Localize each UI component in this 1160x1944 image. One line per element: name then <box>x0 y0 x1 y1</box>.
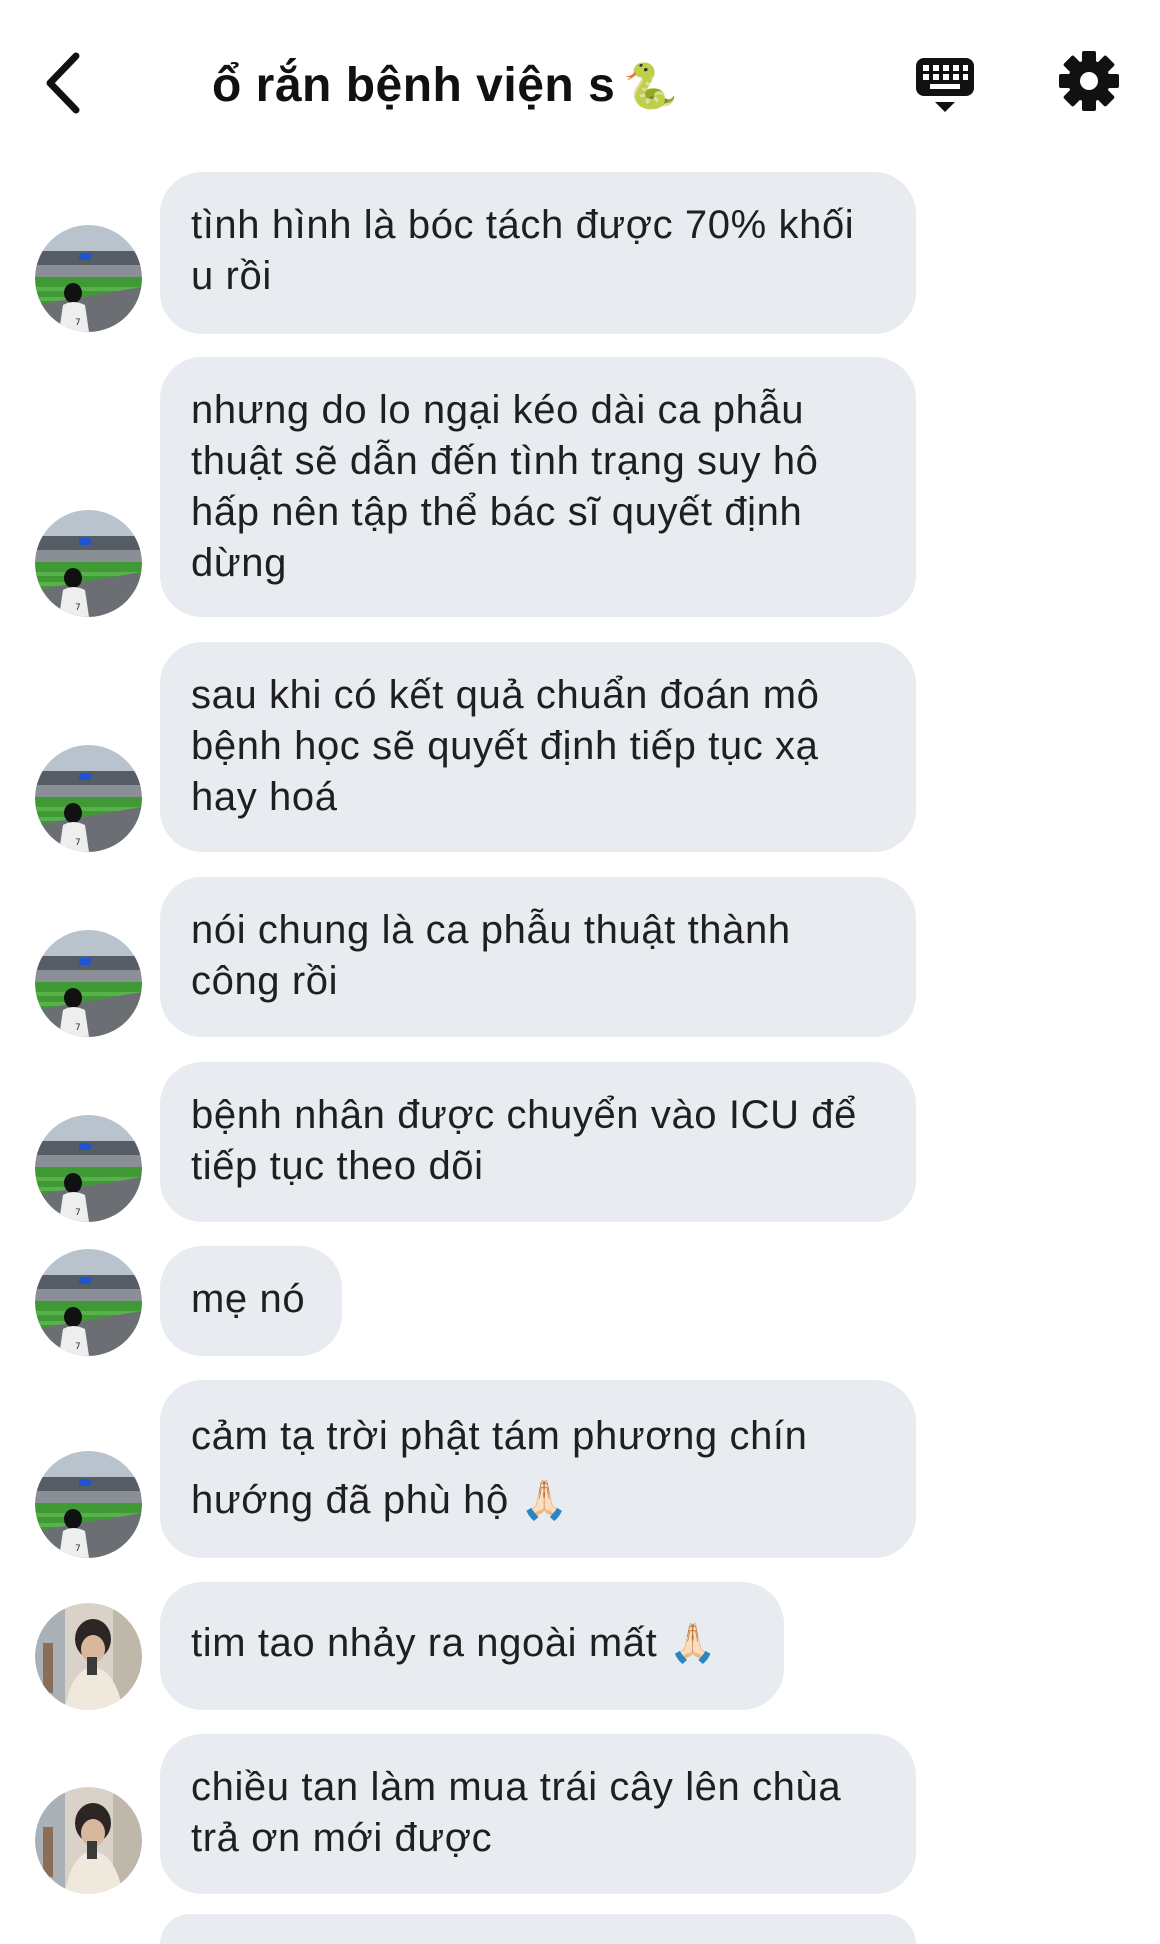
message-row: nói chung là ca phẫu thuật thành công rồ… <box>0 877 1160 1037</box>
message-bubble[interactable]: chiều tan làm mua trái cây lên chùa trả … <box>160 1734 916 1894</box>
message-bubble[interactable]: sau khi có kết quả chuẩn đoán mô bệnh họ… <box>160 642 916 852</box>
praying-hands-emoji: 🙏🏻 <box>520 1480 569 1522</box>
message-row: chiều tan làm mua trái cây lên chùa trả … <box>0 1734 1160 1894</box>
avatar[interactable] <box>35 225 142 332</box>
avatar[interactable] <box>35 510 142 617</box>
chat-title: ổ rắn bệnh viện s 🐍 <box>212 58 679 113</box>
message-bubble[interactable]: nói chung là ca phẫu thuật thành công rồ… <box>160 877 916 1037</box>
chat-title-text: ổ rắn bệnh viện s <box>212 59 616 112</box>
keyboard-icon <box>916 58 974 112</box>
avatar[interactable] <box>35 930 142 1037</box>
praying-hands-emoji: 🙏🏻 <box>669 1623 717 1665</box>
message-bubble[interactable]: nhưng do lo ngại kéo dài ca phẫu thuật s… <box>160 357 916 617</box>
message-text: cảm tạ trời phật tám phương chín hướng đ… <box>191 1414 808 1522</box>
back-button[interactable] <box>40 48 90 118</box>
message-bubble-partial <box>160 1914 916 1944</box>
avatar[interactable] <box>35 1249 142 1356</box>
avatar[interactable] <box>35 745 142 852</box>
message-row: cảm tạ trời phật tám phương chín hướng đ… <box>0 1380 1160 1558</box>
avatar[interactable] <box>35 1115 142 1222</box>
message-row: tình hình là bóc tách được 70% khối u rồ… <box>0 172 1160 334</box>
chevron-left-icon <box>46 52 80 114</box>
avatar[interactable] <box>35 1451 142 1558</box>
chat-header: ổ rắn bệnh viện s 🐍 <box>0 0 1160 150</box>
message-bubble[interactable]: mẹ nó <box>160 1246 342 1356</box>
message-bubble[interactable]: tim tao nhảy ra ngoài mất 🙏🏻 <box>160 1582 784 1710</box>
message-bubble[interactable]: bệnh nhân được chuyển vào ICU để tiếp tụ… <box>160 1062 916 1222</box>
message-bubble[interactable]: tình hình là bóc tách được 70% khối u rồ… <box>160 172 916 334</box>
message-bubble[interactable]: cảm tạ trời phật tám phương chín hướng đ… <box>160 1380 916 1558</box>
message-row: tim tao nhảy ra ngoài mất 🙏🏻 <box>0 1582 1160 1710</box>
avatar[interactable] <box>35 1603 142 1710</box>
keyboard-button[interactable] <box>912 52 978 118</box>
snake-emoji: 🐍 <box>623 62 679 111</box>
gear-icon <box>1059 51 1119 111</box>
message-row: bệnh nhân được chuyển vào ICU để tiếp tụ… <box>0 1062 1160 1222</box>
message-row: mẹ nó <box>0 1246 1160 1356</box>
message-text: tim tao nhảy ra ngoài mất <box>191 1621 658 1665</box>
avatar[interactable] <box>35 1787 142 1894</box>
message-row: nhưng do lo ngại kéo dài ca phẫu thuật s… <box>0 357 1160 617</box>
message-row-partial <box>0 1914 1160 1944</box>
settings-button[interactable] <box>1058 50 1120 112</box>
message-row: sau khi có kết quả chuẩn đoán mô bệnh họ… <box>0 642 1160 852</box>
